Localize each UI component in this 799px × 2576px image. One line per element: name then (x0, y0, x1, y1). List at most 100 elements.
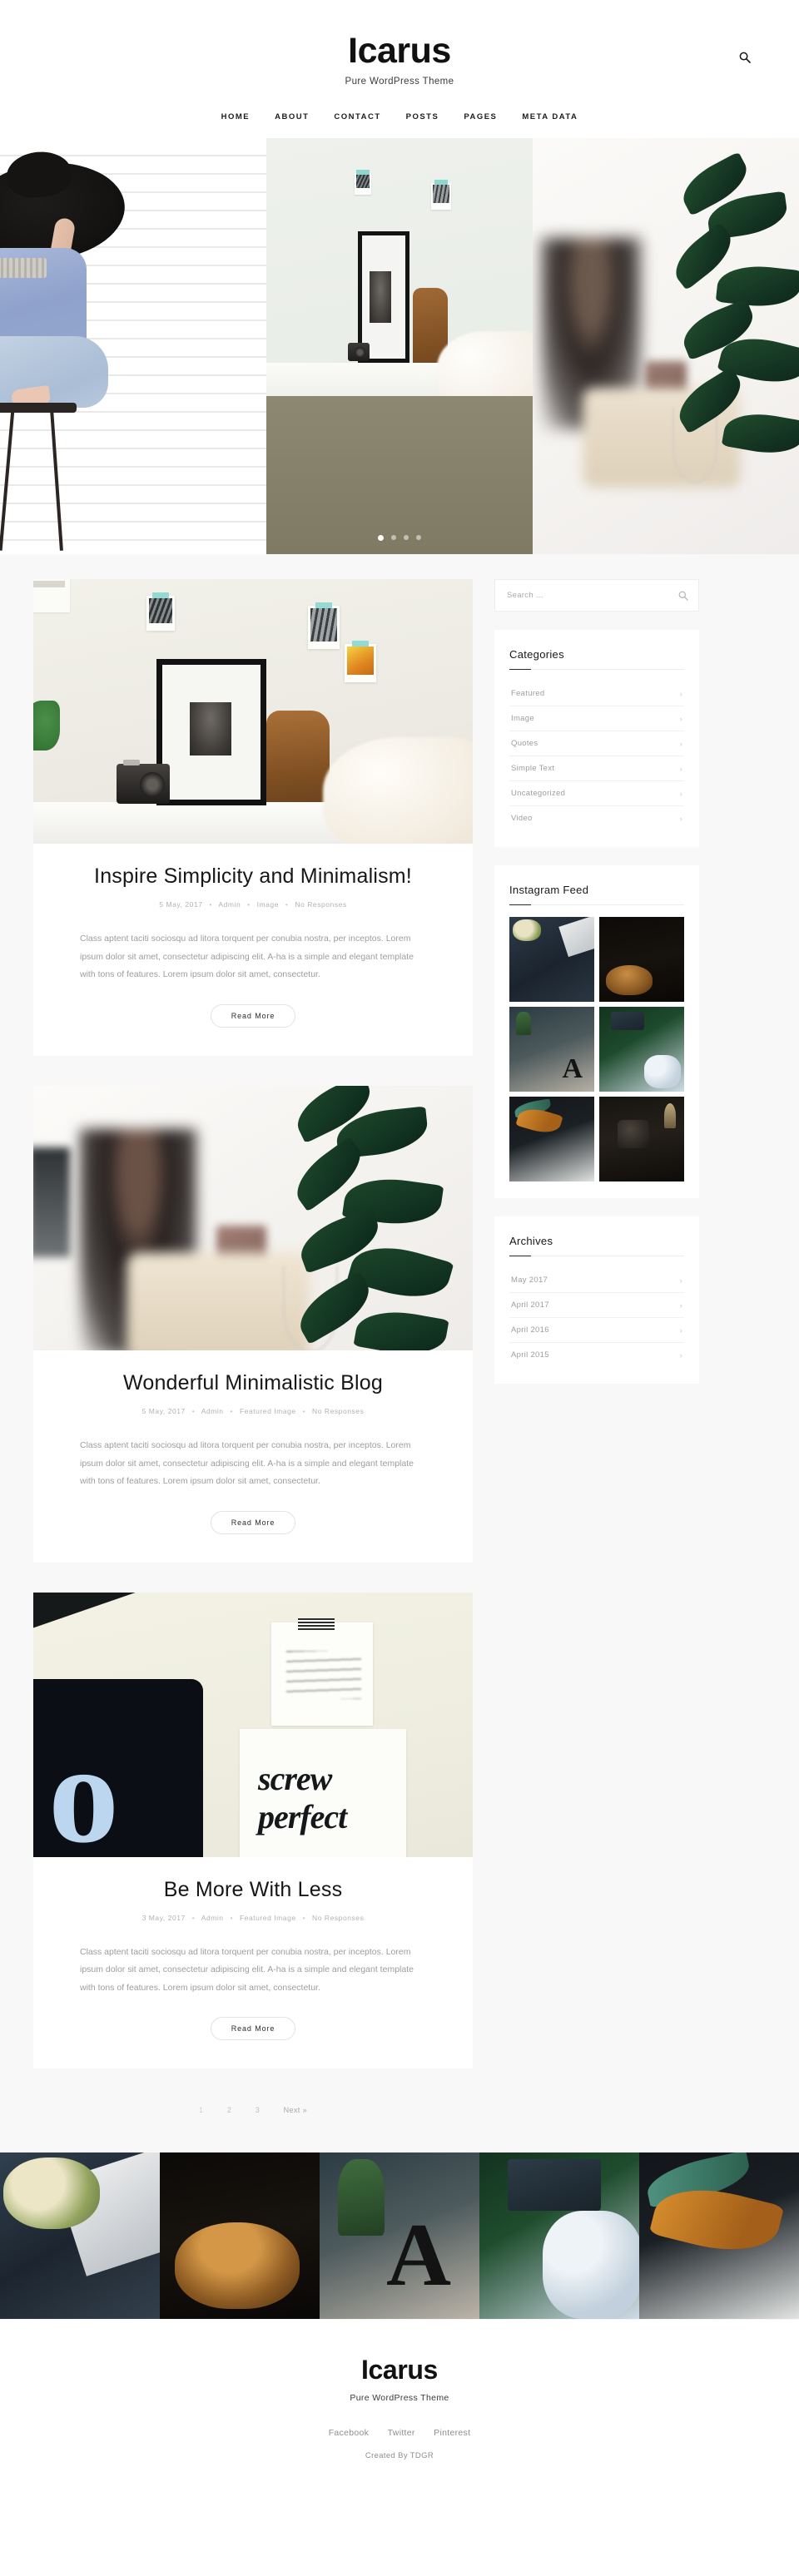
nav-link-meta-data[interactable]: META DATA (522, 112, 578, 121)
footer-instagram-thumb[interactable] (639, 2152, 799, 2320)
instagram-thumb[interactable] (599, 1097, 684, 1181)
nav-item-home[interactable]: HOME (221, 108, 251, 123)
category-link-quotes[interactable]: Quotes › (509, 731, 684, 755)
hero-dot-2[interactable] (391, 535, 396, 540)
footer-instagram-thumb[interactable] (160, 2152, 320, 2320)
post-1-polaroid (308, 602, 340, 649)
category-link-video[interactable]: Video › (509, 806, 684, 830)
pagination-page-2[interactable]: 2 (221, 2103, 237, 2118)
social-link-twitter[interactable]: Twitter (388, 2428, 415, 2438)
pagination[interactable]: 1 2 3 Next » (33, 2098, 473, 2119)
post-comments[interactable]: No Responses (312, 1914, 364, 1922)
search-input[interactable] (495, 580, 698, 611)
post-3-tablet: o (33, 1678, 203, 1857)
list-item[interactable]: April 2017 › (509, 1293, 684, 1318)
read-more-button[interactable]: Read More (210, 1003, 296, 1028)
archive-link-april-2017[interactable]: April 2017 › (509, 1293, 684, 1317)
pagination-page-3[interactable]: 3 (250, 2103, 266, 2118)
hero-slider[interactable] (0, 138, 799, 554)
category-link-featured[interactable]: Featured › (509, 681, 684, 706)
nav-item-about[interactable]: ABOUT (275, 108, 309, 123)
category-label: Featured (511, 689, 545, 698)
instagram-thumb[interactable] (599, 917, 684, 1002)
nav-link-home[interactable]: HOME (221, 112, 251, 121)
nav-link-pages[interactable]: PAGES (464, 112, 497, 121)
footer-instagram-thumb[interactable] (479, 2152, 639, 2320)
nav-link-posts[interactable]: POSTS (406, 112, 439, 121)
meta-separator: • (191, 1407, 196, 1416)
post-category[interactable]: Featured Image (240, 1407, 296, 1415)
hero-dot-4[interactable] (416, 535, 421, 540)
chevron-right-icon: › (679, 1276, 682, 1285)
hero-dot-1[interactable] (378, 535, 384, 541)
hero-slide-3[interactable] (533, 138, 799, 554)
post-title[interactable]: Inspire Simplicity and Minimalism! (80, 864, 426, 889)
nav-link-contact[interactable]: CONTACT (334, 112, 380, 121)
pagination-next[interactable]: Next » (278, 2103, 313, 2118)
list-item[interactable]: April 2015 › (509, 1343, 684, 1367)
read-more-button[interactable]: Read More (210, 2017, 296, 2041)
list-item[interactable]: April 2016 › (509, 1318, 684, 1343)
hero-slide-1[interactable] (0, 138, 266, 554)
post-title[interactable]: Wonderful Minimalistic Blog (80, 1370, 426, 1396)
widget-title: Archives (509, 1235, 553, 1247)
category-link-image[interactable]: Image › (509, 706, 684, 731)
archive-link-april-2016[interactable]: April 2016 › (509, 1318, 684, 1342)
pagination-page-1[interactable]: 1 (193, 2103, 209, 2118)
list-item[interactable]: Featured › (509, 681, 684, 706)
search-icon[interactable] (678, 590, 688, 605)
list-item[interactable]: Video › (509, 806, 684, 830)
post-featured-image[interactable] (33, 579, 473, 844)
list-item[interactable]: Image › (509, 706, 684, 731)
hero-2-polaroid (431, 180, 451, 210)
category-link-uncategorized[interactable]: Uncategorized › (509, 781, 684, 805)
social-link-facebook[interactable]: Facebook (329, 2428, 370, 2438)
social-link-pinterest[interactable]: Pinterest (434, 2428, 470, 2438)
nav-item-posts[interactable]: POSTS (406, 108, 439, 123)
list-item[interactable]: Simple Text › (509, 756, 684, 781)
footer-instagram-thumb[interactable] (0, 2152, 160, 2320)
nav-link-about[interactable]: ABOUT (275, 112, 309, 121)
post-comments[interactable]: No Responses (295, 900, 346, 909)
instagram-thumb[interactable] (509, 1007, 594, 1092)
category-link-simple-text[interactable]: Simple Text › (509, 756, 684, 780)
nav-item-meta-data[interactable]: META DATA (522, 108, 578, 123)
post-author[interactable]: Admin (218, 900, 241, 909)
chevron-right-icon: › (679, 764, 682, 773)
list-item[interactable]: Quotes › (509, 731, 684, 756)
post-comments[interactable]: No Responses (312, 1407, 364, 1415)
widget-instagram-feed: Instagram Feed (494, 865, 699, 1198)
meta-separator: • (302, 1407, 306, 1416)
post-author[interactable]: Admin (201, 1914, 224, 1922)
post-title[interactable]: Be More With Less (80, 1877, 426, 1903)
archive-link-may-2017[interactable]: May 2017 › (509, 1268, 684, 1292)
post-featured-image[interactable]: o screw perfect (33, 1592, 473, 1857)
nav-item-pages[interactable]: PAGES (464, 108, 497, 123)
sidebar: Categories Featured › Image › Quotes › Simp… (494, 579, 699, 1402)
meta-separator: • (230, 1913, 234, 1922)
hero-slider-dots[interactable] (0, 535, 799, 541)
footer-social-links: Facebook Twitter Pinterest (0, 2425, 799, 2440)
footer-instagram-thumb[interactable] (320, 2152, 479, 2320)
instagram-thumb[interactable] (509, 917, 594, 1002)
hero-dot-3[interactable] (404, 535, 409, 540)
post-category[interactable]: Image (257, 900, 279, 909)
post-category[interactable]: Featured Image (240, 1914, 296, 1922)
nav-item-contact[interactable]: CONTACT (334, 108, 380, 123)
instagram-thumb[interactable] (509, 1097, 594, 1181)
list-item[interactable]: May 2017 › (509, 1268, 684, 1293)
post-author[interactable]: Admin (201, 1407, 224, 1415)
post-featured-image[interactable] (33, 1085, 473, 1350)
read-more-button[interactable]: Read More (210, 1510, 296, 1534)
main-navigation[interactable]: HOME ABOUT CONTACT POSTS PAGES META DATA (0, 108, 799, 138)
chevron-right-icon: › (679, 789, 682, 798)
list-item[interactable]: Uncategorized › (509, 781, 684, 806)
chevron-right-icon: › (679, 1325, 682, 1335)
search-field-wrapper[interactable] (494, 579, 699, 612)
archive-link-april-2015[interactable]: April 2015 › (509, 1343, 684, 1367)
search-icon[interactable] (739, 52, 757, 70)
widget-archives-inner: Archives May 2017 › April 2017 › April 201… (494, 1216, 699, 1384)
post-date: 3 May, 2017 (141, 1913, 186, 1922)
hero-slide-2[interactable] (266, 138, 533, 554)
instagram-thumb[interactable] (599, 1007, 684, 1092)
